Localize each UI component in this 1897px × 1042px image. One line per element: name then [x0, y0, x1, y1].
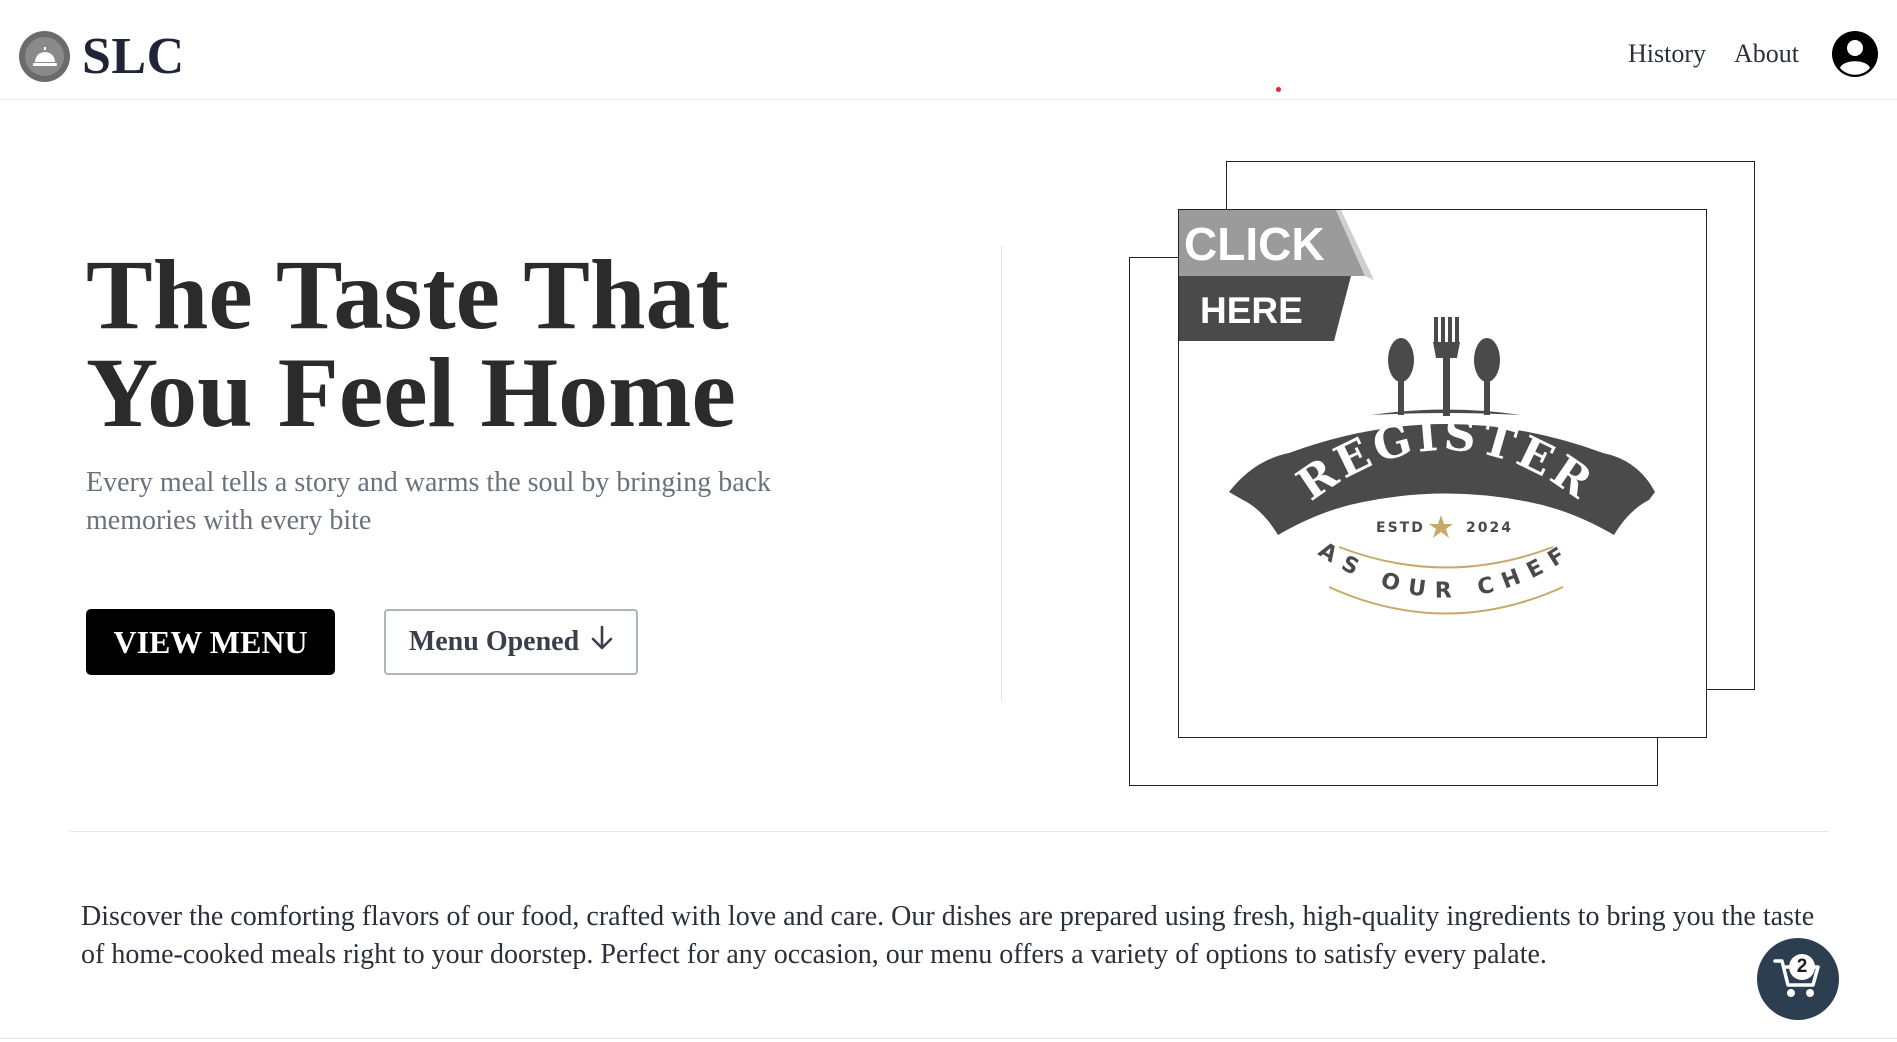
page-bottom-border: [0, 1038, 1897, 1039]
view-menu-button[interactable]: VIEW MENU: [86, 609, 335, 675]
cloche-icon: [19, 31, 70, 82]
register-logo-graphic: CLICK HERE REGISTER ESTD 2024 AS OUR CHE…: [1179, 210, 1655, 615]
estd-text: ESTD: [1376, 520, 1425, 536]
brand-name: SLC: [82, 28, 185, 85]
hero-title: The Taste That You Feel Home: [86, 245, 846, 443]
cart-count-badge: 2: [1789, 954, 1815, 980]
register-text: REGISTER: [1288, 409, 1604, 511]
nav-link-history[interactable]: History: [1628, 39, 1706, 69]
brand-link[interactable]: SLC: [19, 27, 185, 86]
arrow-down-icon: [591, 625, 613, 659]
navbar: SLC History About: [0, 0, 1897, 100]
status-dot: [1276, 87, 1281, 92]
hero-title-line-1: The Taste That: [86, 239, 729, 350]
section-divider: [70, 831, 1829, 832]
nav-link-about[interactable]: About: [1734, 39, 1799, 69]
menu-opened-label: Menu Opened: [408, 626, 580, 657]
cart-button[interactable]: 2: [1757, 938, 1839, 1020]
utensils-icon: [1371, 317, 1521, 416]
hero-subtitle: Every meal tells a story and warms the s…: [86, 467, 772, 536]
ribbon-here-text: HERE: [1200, 290, 1303, 331]
tagline-text: AS OUR CHEF: [1314, 538, 1578, 604]
nav-links: History About: [1628, 30, 1879, 78]
menu-opened-button[interactable]: Menu Opened: [384, 609, 638, 675]
description-text: Discover the comforting flavors of our f…: [81, 901, 1815, 970]
hero-title-line-2: You Feel Home: [86, 337, 736, 448]
year-text: 2024: [1466, 520, 1513, 536]
star-icon: [1429, 515, 1453, 538]
vertical-divider: [1001, 246, 1002, 701]
register-promo-card[interactable]: CLICK HERE REGISTER ESTD 2024 AS OUR CHE…: [1178, 209, 1707, 738]
user-circle-icon[interactable]: [1831, 30, 1879, 78]
ribbon-click-text: CLICK: [1184, 218, 1325, 270]
